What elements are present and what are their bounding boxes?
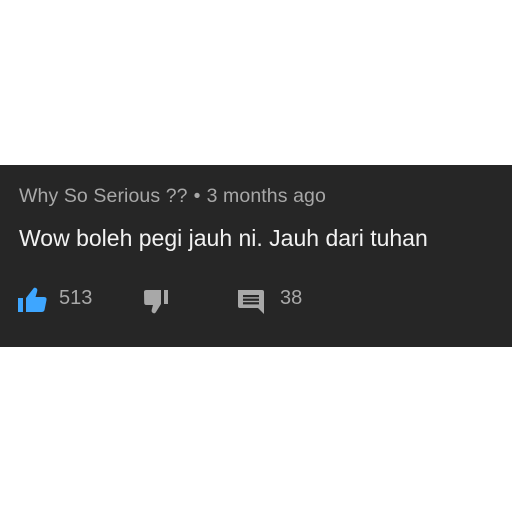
page: Why So Serious ?? • 3 months ago Wow boleh… — [0, 0, 512, 512]
thumbs-down-icon — [144, 290, 168, 314]
thumbs-up-icon — [18, 287, 47, 312]
comment-author[interactable]: Why So Serious ?? — [19, 185, 188, 207]
dislike-button[interactable] — [142, 287, 176, 317]
comment-text: Wow boleh pegi jauh ni. Jauh dari tuhan — [19, 225, 428, 251]
like-count: 513 — [59, 287, 93, 309]
reply-button[interactable] — [235, 287, 269, 317]
comment-meta: Why So Serious ?? • 3 months ago — [19, 185, 326, 208]
comment-actions: 513 38 — [0, 283, 512, 317]
comment-timestamp[interactable]: 3 months ago — [207, 185, 326, 207]
comment-icon — [238, 290, 264, 314]
reply-count: 38 — [280, 287, 303, 309]
meta-separator: • — [193, 185, 201, 207]
like-button[interactable] — [16, 285, 50, 315]
comment-card: Why So Serious ?? • 3 months ago Wow boleh… — [0, 165, 512, 347]
